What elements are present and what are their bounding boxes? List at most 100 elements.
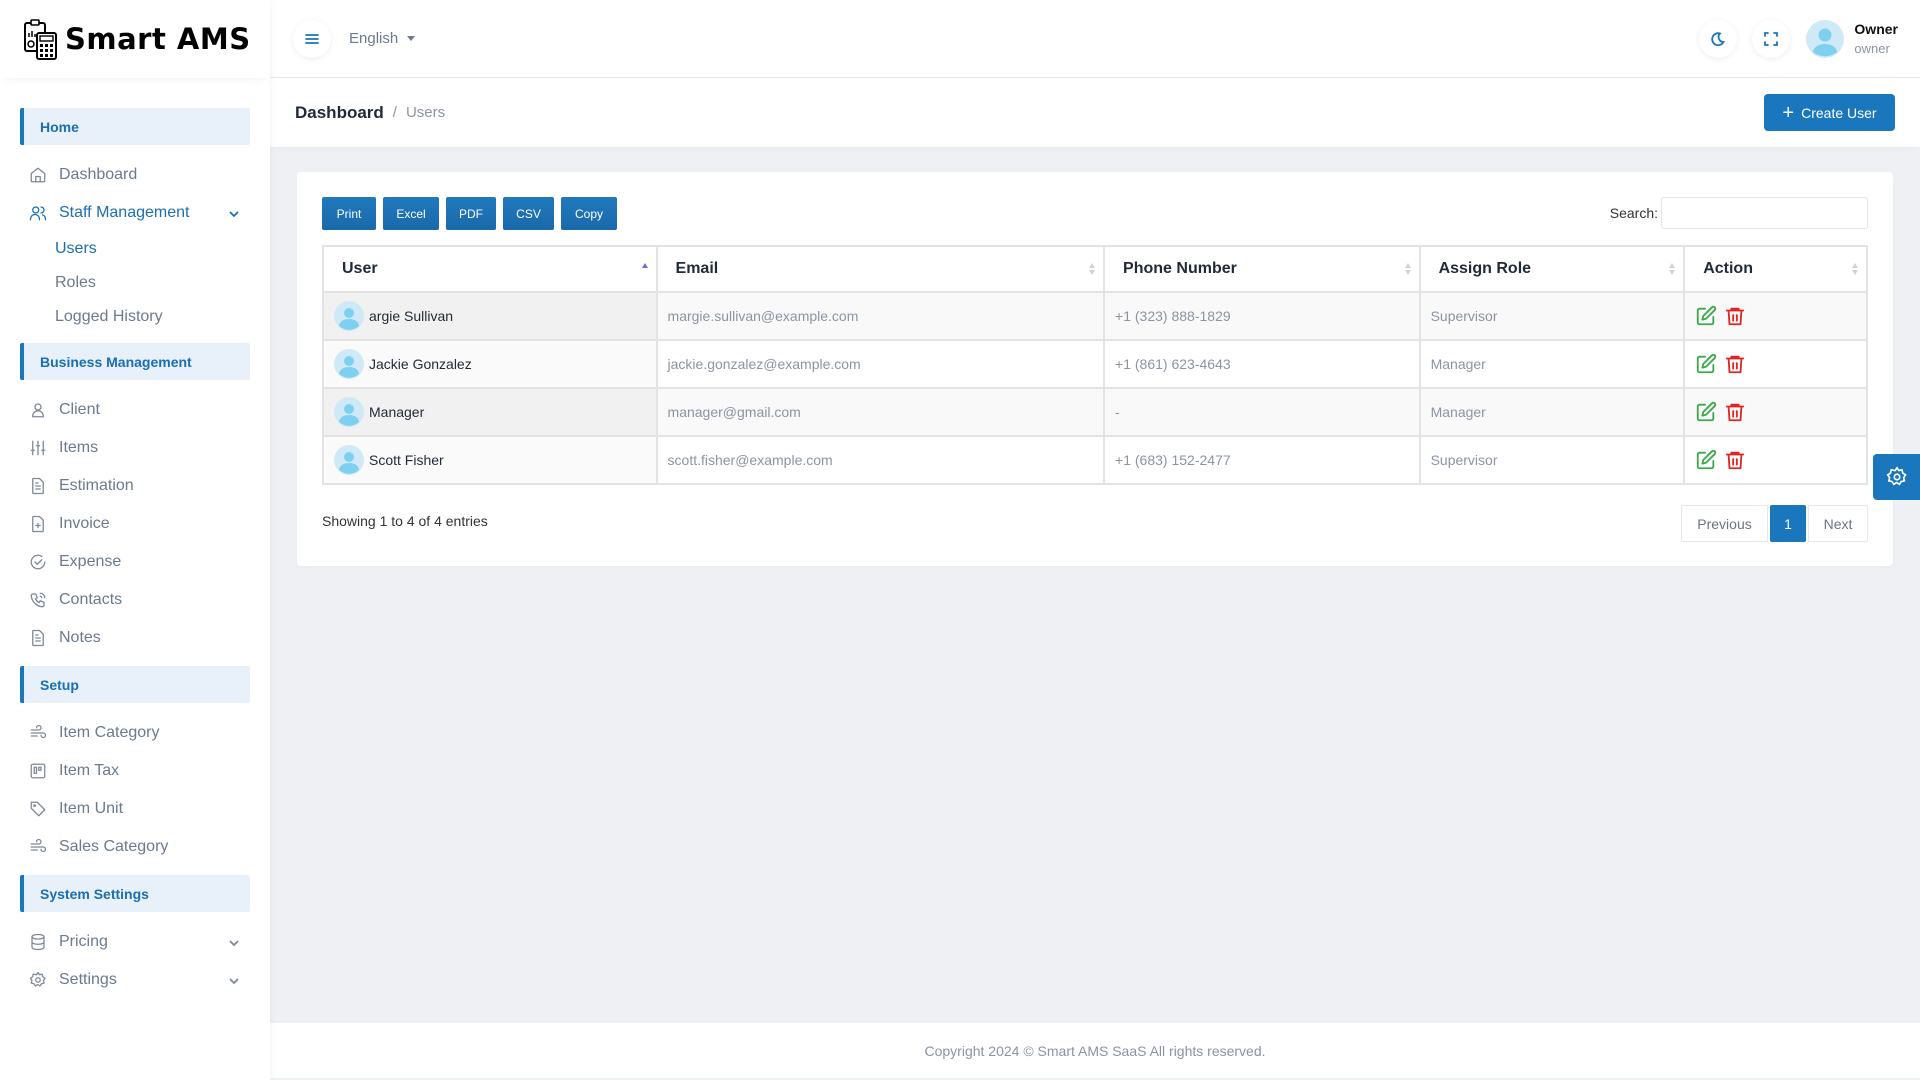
user-name: Manager [369,404,425,420]
user-name: Owner [1854,21,1898,37]
wind-icon [29,838,47,856]
customizer-settings-button[interactable] [1873,454,1920,500]
sidebar-item-contacts[interactable]: Contacts [0,581,270,619]
create-user-button[interactable]: + Create User [1764,94,1895,131]
breadcrumb-bar: Dashboard / Users + Create User [270,78,1920,147]
section-home: Home [20,108,250,145]
board-icon [29,762,47,780]
chevron-down-icon[interactable] [228,974,240,986]
delete-icon[interactable] [1724,353,1746,375]
create-user-label: Create User [1801,104,1877,121]
fullscreen-icon [1764,31,1779,46]
user-avatar [334,397,364,427]
excel-button[interactable]: Excel [383,197,439,230]
cell-phone: - [1103,387,1421,437]
export-buttons: Print Excel PDF CSV Copy [322,197,624,230]
sidebar-item-settings[interactable]: Settings [0,961,270,999]
section-business-management: Business Management [20,343,250,380]
sidebar-item-items[interactable]: Items [0,429,270,467]
database-icon [29,933,47,951]
pdf-button[interactable]: PDF [446,197,496,230]
sidebar-item-invoice[interactable]: Invoice [0,505,270,543]
sidebar-item-item-category[interactable]: Item Category [0,714,270,752]
table-row: Jackie Gonzalez jackie.gonzalez@example.c… [322,339,1868,389]
user-menu[interactable]: Owner owner [1854,21,1898,56]
search-input[interactable] [1661,197,1868,229]
table-row: Manager manager@gmail.com - Manager [322,387,1868,437]
sidebar-item-label: Staff Management [59,204,190,221]
moon-icon [1711,31,1726,46]
delete-icon[interactable] [1724,305,1746,327]
search-label: Search: [1609,205,1658,221]
cell-email: margie.sullivan@example.com [655,291,1106,341]
delete-icon[interactable] [1724,449,1746,471]
sidebar-item-item-tax[interactable]: Item Tax [0,752,270,790]
edit-icon[interactable] [1695,305,1717,327]
sidebar-item-label: Item Unit [59,800,124,817]
column-header-user[interactable]: User [322,245,658,293]
column-header-email[interactable]: Email [655,245,1106,293]
breadcrumb-dashboard[interactable]: Dashboard [295,103,384,123]
column-header-role[interactable]: Assign Role [1418,245,1686,293]
app-name: Smart AMS [65,22,251,56]
table-row: argie Sullivan margie.sullivan@example.co… [322,291,1868,341]
sidebar-item-label: Settings [59,971,117,988]
footer: Copyright 2024 © Smart AMS SaaS All righ… [270,1023,1920,1078]
chevron-down-icon[interactable] [228,936,240,948]
sidebar-item-expense[interactable]: Expense [0,543,270,581]
caret-down-icon [407,36,416,41]
edit-icon[interactable] [1695,401,1717,423]
sidebar-item-label: Items [59,439,99,456]
cell-role: Supervisor [1418,435,1686,485]
cell-user: Scott Fisher [322,435,658,485]
sidebar-item-client[interactable]: Client [0,391,270,429]
cell-email: jackie.gonzalez@example.com [655,339,1106,389]
sidebar-subitem-users[interactable]: Users [0,232,270,266]
edit-icon[interactable] [1695,353,1717,375]
csv-button[interactable]: CSV [503,197,554,230]
sidebar-item-label: Invoice [59,515,110,532]
gear-icon [1886,466,1907,486]
user-name: Scott Fisher [369,452,444,468]
delete-icon[interactable] [1724,401,1746,423]
edit-icon[interactable] [1695,449,1717,471]
sidebar-item-notes[interactable]: Notes [0,619,270,657]
check-circle-icon [29,553,47,571]
fullscreen-button[interactable] [1752,19,1791,58]
dark-mode-button[interactable] [1699,19,1738,58]
sidebar-item-label: Item Category [59,724,160,741]
breadcrumb-separator: / [392,104,397,121]
sidebar-subitem-roles[interactable]: Roles [0,266,270,300]
cell-actions [1683,291,1868,341]
chevron-down-icon[interactable] [228,207,240,219]
previous-page-button[interactable]: Previous [1681,505,1768,542]
next-page-button[interactable]: Next [1808,505,1868,542]
gear-icon [29,971,47,989]
cell-phone: +1 (683) 152-2477 [1103,435,1421,485]
table-info: Showing 1 to 4 of 4 entries [322,513,488,529]
logo[interactable]: Smart AMS [0,0,270,78]
breadcrumb: Dashboard / Users [295,103,445,123]
sidebar-item-estimation[interactable]: Estimation [0,467,270,505]
logo-icon [24,19,57,60]
sidebar-item-staff-management[interactable]: Staff Management [0,194,270,232]
column-header-action[interactable]: Action [1683,245,1868,293]
cell-user: Jackie Gonzalez [322,339,658,389]
copy-button[interactable]: Copy [561,197,617,230]
page-1-button[interactable]: 1 [1770,505,1806,542]
cell-actions [1683,339,1868,389]
language-dropdown[interactable]: English [349,30,416,47]
user-avatar[interactable] [1806,19,1845,58]
user-name: Jackie Gonzalez [369,356,472,372]
column-header-phone[interactable]: Phone Number [1103,245,1421,293]
menu-toggle-button[interactable] [293,19,331,58]
user-name: argie Sullivan [369,308,454,324]
user-avatar [334,445,364,475]
sidebar-item-dashboard[interactable]: Dashboard [0,156,270,194]
sidebar-item-pricing[interactable]: Pricing [0,923,270,961]
print-button[interactable]: Print [322,197,376,230]
sidebar-item-item-unit[interactable]: Item Unit [0,790,270,828]
sidebar-item-sales-category[interactable]: Sales Category [0,828,270,866]
sidebar-subitem-logged-history[interactable]: Logged History [0,300,270,334]
cell-phone: +1 (861) 623-4643 [1103,339,1421,389]
